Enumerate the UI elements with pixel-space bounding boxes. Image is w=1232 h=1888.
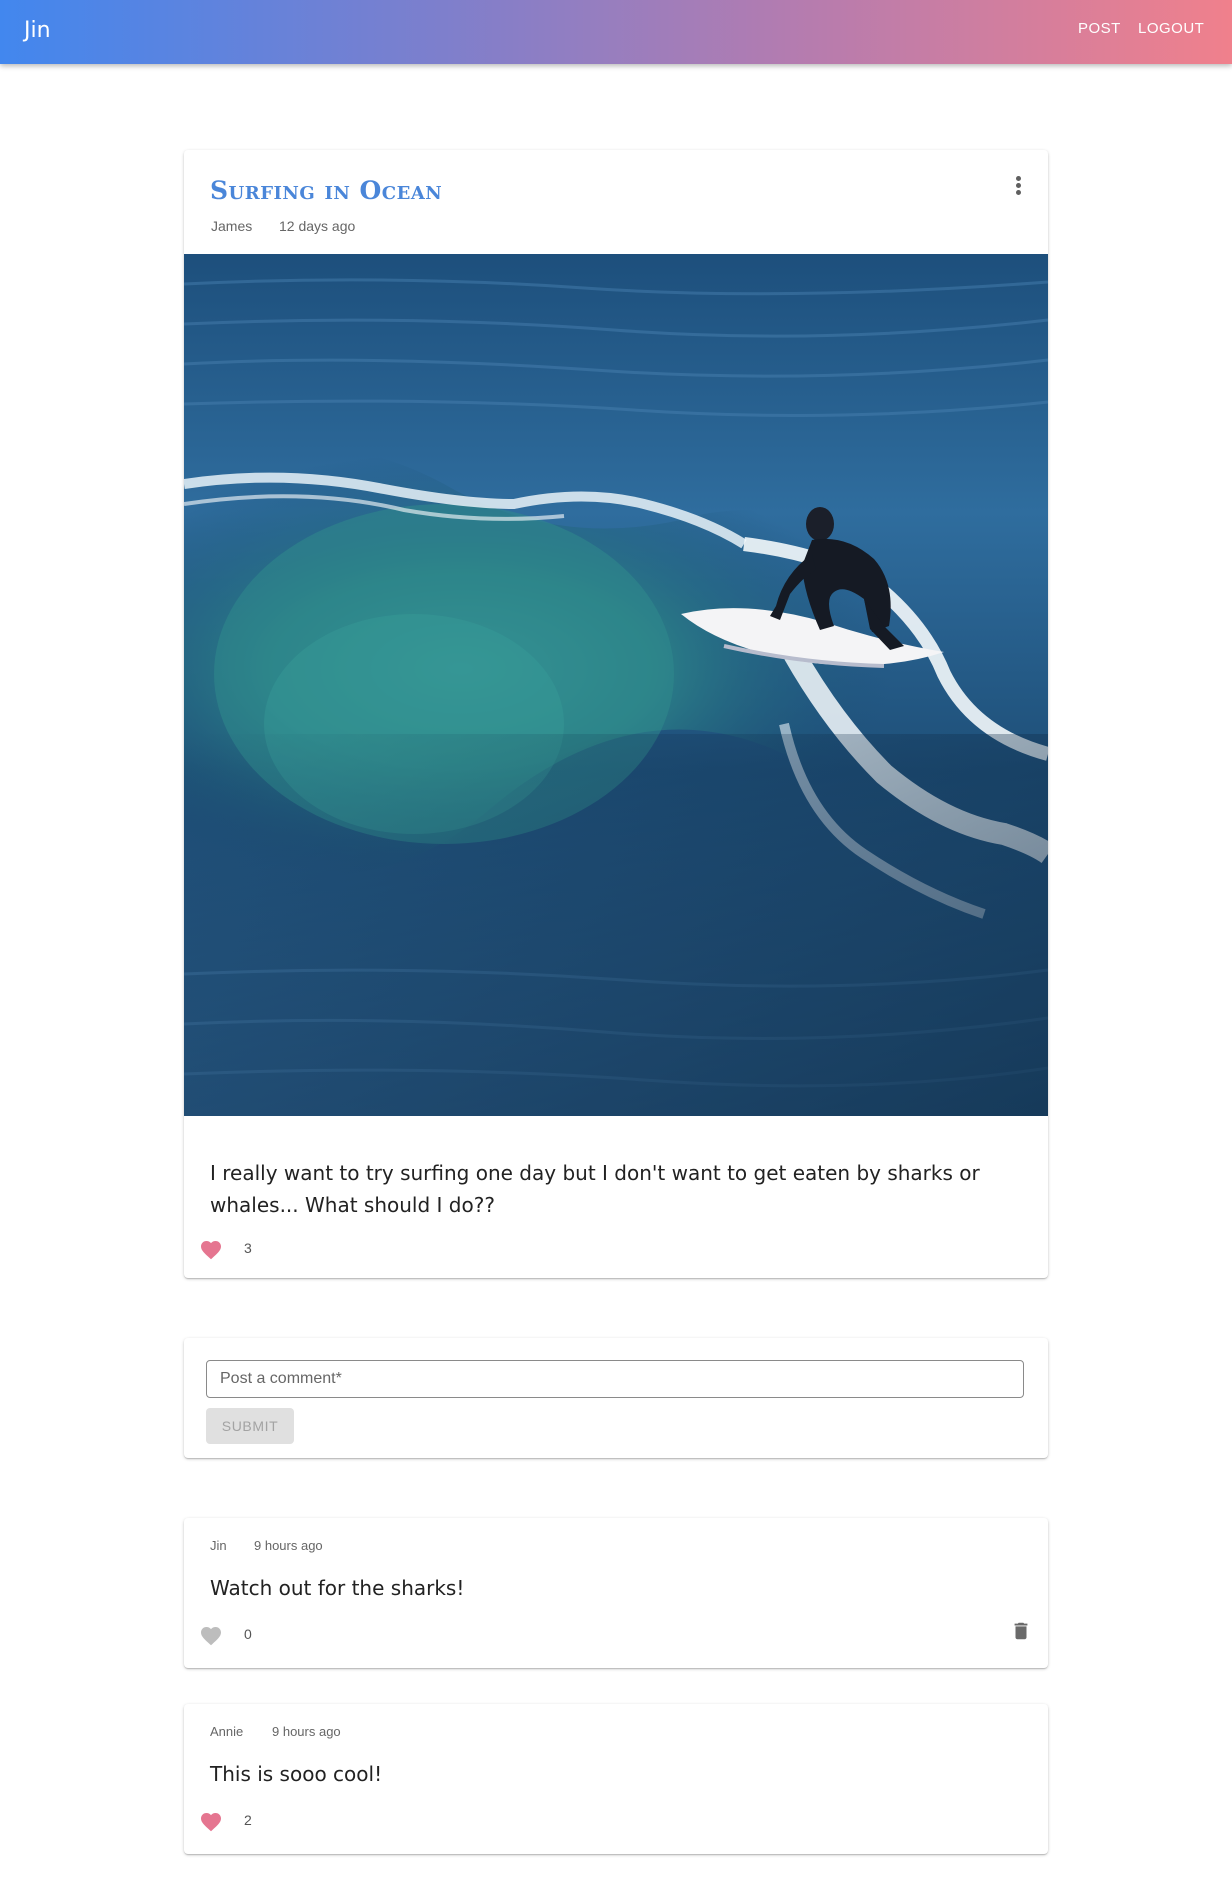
required-mark: *	[335, 1370, 342, 1387]
comment-form-card: Post a comment* SUBMIT	[184, 1338, 1048, 1458]
comment-body: Watch out for the sharks!	[210, 1576, 465, 1600]
comment-like-count: 2	[244, 1812, 252, 1828]
post-like-heart-icon[interactable]	[199, 1238, 225, 1262]
delete-trash-icon[interactable]	[1010, 1620, 1032, 1642]
post-like-count: 3	[244, 1240, 252, 1256]
comment-timestamp: 9 hours ago	[254, 1538, 323, 1553]
post-body: I really want to try surfing one day but…	[210, 1161, 980, 1217]
comment-input-placeholder: Post a comment*	[220, 1370, 342, 1388]
post-nav-button[interactable]: POST	[1078, 20, 1121, 37]
comment-like-heart-icon[interactable]	[199, 1810, 225, 1834]
post-timestamp: 12 days ago	[279, 218, 356, 234]
submit-comment-button[interactable]: SUBMIT	[206, 1408, 294, 1444]
comment-card: Annie 9 hours ago This is sooo cool! 2	[184, 1704, 1048, 1854]
post-author: James	[211, 218, 253, 234]
logout-nav-button[interactable]: LOGOUT	[1138, 20, 1204, 37]
comment-body: This is sooo cool!	[210, 1762, 383, 1786]
comment-placeholder-text: Post a comment	[220, 1370, 336, 1387]
post-title: Surfing in Ocean	[210, 176, 443, 205]
comment-like-count: 0	[244, 1626, 252, 1642]
brand-title[interactable]: Jin	[24, 18, 51, 43]
comment-timestamp: 9 hours ago	[272, 1724, 341, 1739]
comment-input[interactable]: Post a comment*	[206, 1360, 1024, 1398]
post-card: Surfing in Ocean James 12 days ago I rea…	[184, 150, 1048, 1278]
comment-author: Annie	[210, 1724, 244, 1739]
post-image	[184, 254, 1048, 1116]
comment-like-heart-icon[interactable]	[199, 1624, 225, 1648]
comment-card: Jin 9 hours ago Watch out for the sharks…	[184, 1518, 1048, 1668]
app-bar: Jin POST LOGOUT	[0, 0, 1232, 64]
comment-author: Jin	[210, 1538, 227, 1553]
more-options-icon[interactable]	[1006, 174, 1030, 198]
